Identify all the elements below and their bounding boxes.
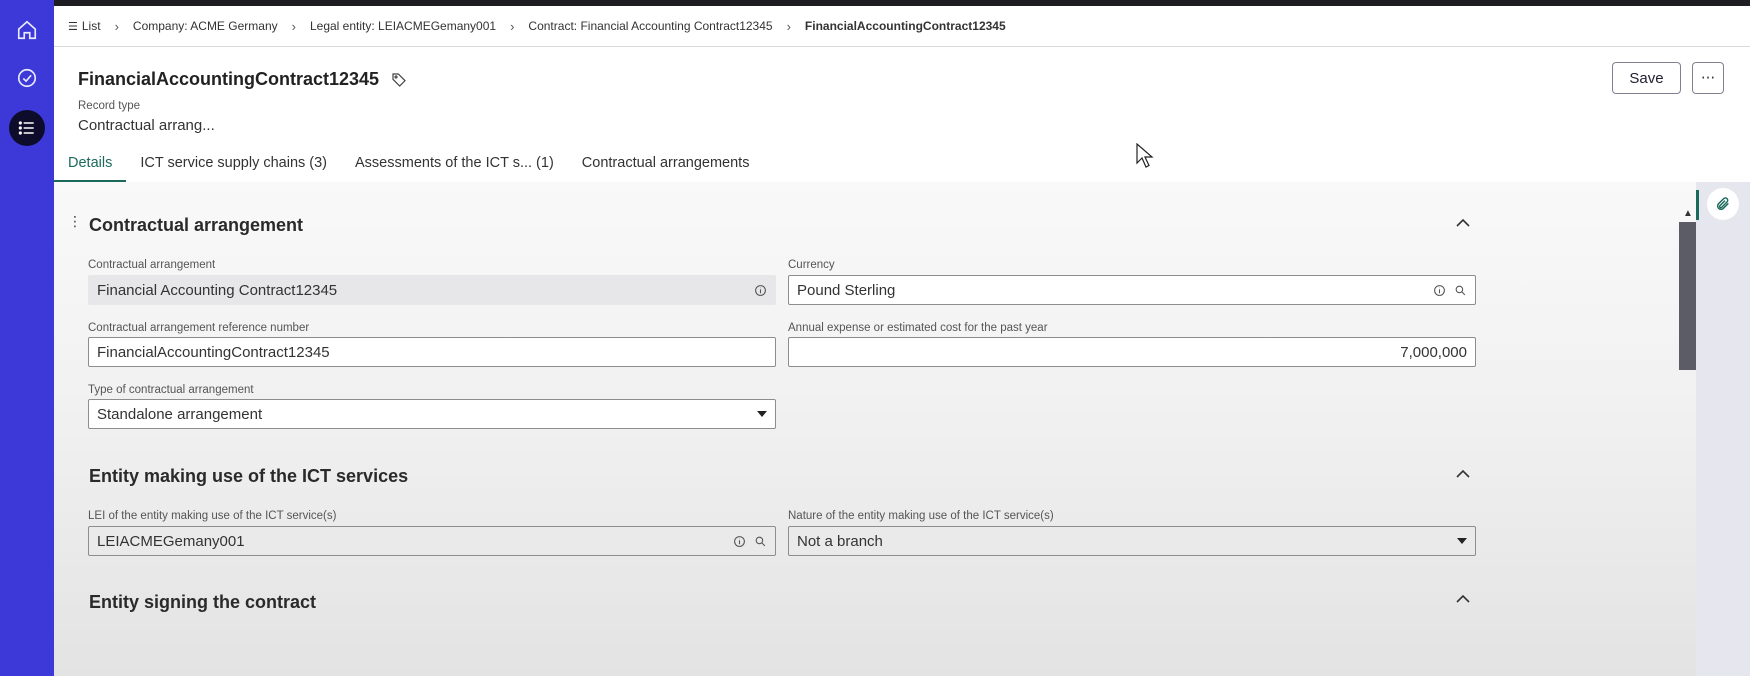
paperclip-icon[interactable] [1707,188,1739,220]
scroll-up-arrow-icon[interactable]: ▲ [1683,208,1693,219]
contractual-arrangement-value: Financial Accounting Contract12345 [97,281,338,299]
field-label-lei: LEI of the entity making use of the ICT … [88,510,337,522]
details-form: ⋮ Contractual arrangement Contractual ar… [54,182,1696,676]
currency-value: Pound Sterling [797,281,896,299]
reference-number-input[interactable]: FinancialAccountingContract12345 [88,337,776,367]
mouse-cursor-icon [1136,143,1154,168]
type-of-arrangement-select[interactable]: Standalone arrangement [88,399,776,429]
annual-expense-value: 7,000,000 [1400,343,1467,361]
tab-bar: Details ICT service supply chains (3) As… [54,147,763,182]
breadcrumb-list-label: List [81,19,101,33]
details-panel: ⋮ Contractual arrangement Contractual ar… [54,182,1750,676]
lei-field[interactable]: LEIACMEGemany001 [88,526,776,556]
tab-details[interactable]: Details [54,147,127,182]
caret-down-icon [757,411,767,417]
field-label-type-of-arrangement: Type of contractual arrangement [88,384,254,396]
section-title-contractual-arrangement: Contractual arrangement [89,215,304,235]
rail-active-indicator [1696,190,1699,220]
scrollbar[interactable]: ▲ [1679,208,1696,676]
chevron-up-icon[interactable] [1456,218,1470,228]
field-label-nature: Nature of the entity making use of the I… [788,510,1054,522]
chevron-right-icon: › [291,18,296,34]
breadcrumb-contract-label: Contract: Financial Accounting Contract1… [528,19,773,33]
chevron-right-icon: › [510,18,515,34]
record-header: FinancialAccountingContract12345 Record … [54,47,1750,182]
reference-number-value: FinancialAccountingContract12345 [97,343,330,361]
tab-assessments[interactable]: Assessments of the ICT s... (1) [341,147,568,182]
field-label-annual-expense: Annual expense or estimated cost for the… [788,322,1048,334]
record-title-text: FinancialAccountingContract12345 [78,69,380,89]
breadcrumb-company[interactable]: Company: ACME Germany › [133,19,310,34]
side-panel-rail [1696,182,1750,676]
nature-value: Not a branch [797,532,883,550]
field-label-currency: Currency [788,259,835,271]
tab-ict-service-supply-chains[interactable]: ICT service supply chains (3) [126,147,341,182]
breadcrumb: ☰ List › Company: ACME Germany › Legal e… [54,6,1750,47]
contractual-arrangement-field: Financial Accounting Contract12345 [88,275,776,305]
chevron-right-icon: › [114,18,119,34]
breadcrumb-contract[interactable]: Contract: Financial Accounting Contract1… [528,19,805,34]
info-icon[interactable] [733,535,746,548]
breadcrumb-legal-entity-label: Legal entity: LEIACMEGemany001 [309,19,497,33]
field-label-contractual-arrangement: Contractual arrangement [88,259,216,271]
record-type-value: Contractual arrang... [78,117,215,134]
breadcrumb-current-label: FinancialAccountingContract12345 [804,19,1006,33]
nav-rail [0,0,54,676]
breadcrumb-company-label: Company: ACME Germany [132,19,278,33]
breadcrumb-list[interactable]: ☰ List › [68,19,133,34]
more-actions-button[interactable]: ··· [1692,62,1724,94]
section-title-entity-use: Entity making use of the ICT services [89,466,409,486]
annual-expense-input[interactable]: 7,000,000 [788,337,1476,367]
currency-field[interactable]: Pound Sterling [788,275,1476,305]
caret-down-icon [1457,538,1467,544]
save-button[interactable]: Save [1612,62,1681,94]
search-icon[interactable] [754,535,767,548]
breadcrumb-current: FinancialAccountingContract12345 [805,19,1006,33]
chevron-up-icon[interactable] [1456,594,1470,604]
field-label-reference-number: Contractual arrangement reference number [88,322,310,334]
tab-contractual-arrangements[interactable]: Contractual arrangements [568,147,764,182]
scrollbar-thumb[interactable] [1679,222,1696,370]
tasks-check-icon[interactable] [9,60,45,96]
record-title: FinancialAccountingContract12345 [78,69,407,90]
nature-select[interactable]: Not a branch [788,526,1476,556]
list-menu-icon[interactable] [9,110,45,146]
app-window: ☰ List › Company: ACME Germany › Legal e… [54,6,1750,676]
section-title-entity-signing: Entity signing the contract [89,592,317,612]
tag-icon[interactable] [391,72,407,88]
list-icon: ☰ [68,19,78,33]
lei-value: LEIACMEGemany001 [97,532,245,550]
chevron-right-icon: › [786,18,791,34]
type-of-arrangement-value: Standalone arrangement [97,405,263,423]
home-icon[interactable] [9,12,45,48]
drag-handle-icon[interactable]: ⋮ [68,214,82,230]
search-icon[interactable] [1454,284,1467,297]
info-icon[interactable] [1433,284,1446,297]
record-type-label: Record type [78,100,141,112]
chevron-up-icon[interactable] [1456,469,1470,479]
info-icon[interactable] [754,284,767,297]
breadcrumb-legal-entity[interactable]: Legal entity: LEIACMEGemany001 › [310,19,528,34]
